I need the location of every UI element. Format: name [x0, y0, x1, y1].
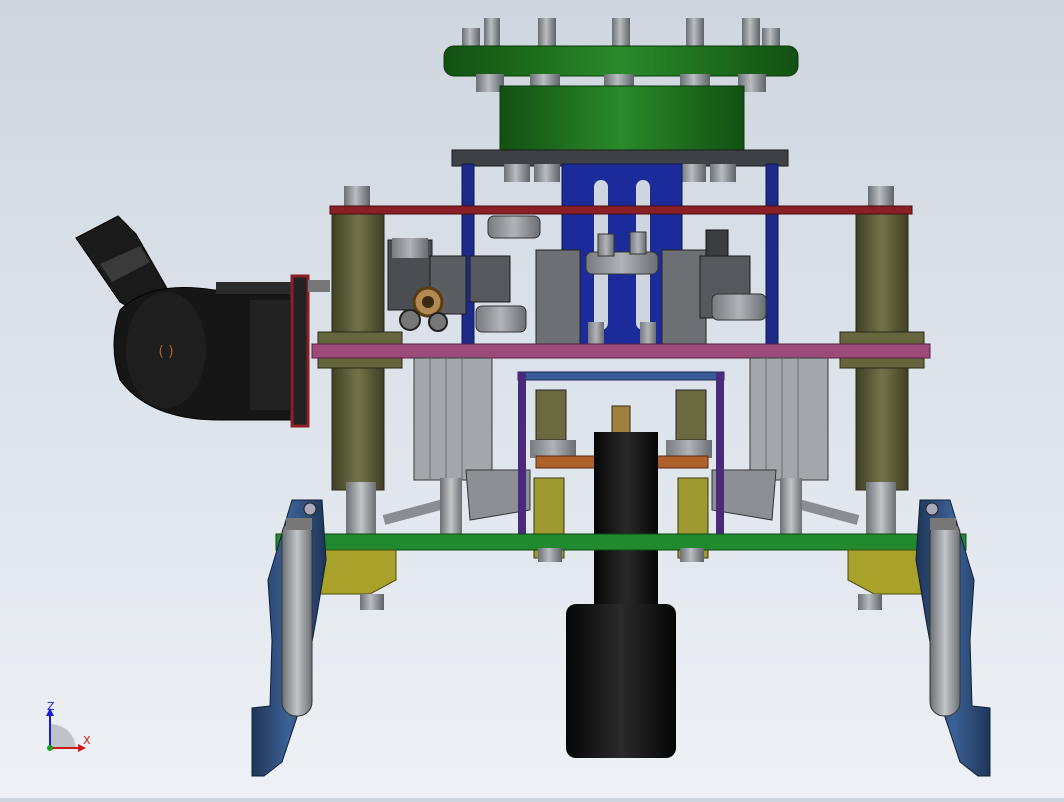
coordinate-triad: Z X	[46, 700, 91, 752]
left-gripper-jaw	[251, 499, 327, 777]
motor-body	[566, 604, 676, 758]
top-flange-assembly	[443, 18, 799, 182]
x-axis-label: X	[83, 734, 91, 747]
right-gripper-jaw	[915, 499, 991, 777]
right-jaw-rod	[929, 519, 961, 717]
svg-text:( ): ( )	[158, 344, 173, 360]
green-bottom-plate	[275, 533, 967, 551]
left-air-cylinder	[413, 357, 493, 481]
red-top-plate	[329, 205, 913, 215]
center-motor	[566, 432, 676, 758]
right-air-cylinder	[749, 357, 829, 481]
upper-flange-plate	[443, 45, 799, 77]
left-jaw-rod	[281, 519, 313, 717]
flange-hub	[499, 85, 745, 153]
side-camera-unit: ( )	[75, 215, 330, 428]
camera-mount-plate	[290, 274, 310, 428]
gripper-assembly-drawing: ( ) Z X	[46, 18, 991, 777]
pink-middle-plate	[311, 343, 931, 359]
cad-viewport[interactable]: ( ) Z X	[0, 0, 1064, 798]
z-axis-label: Z	[47, 700, 55, 713]
flange-top-bolts	[462, 18, 780, 50]
